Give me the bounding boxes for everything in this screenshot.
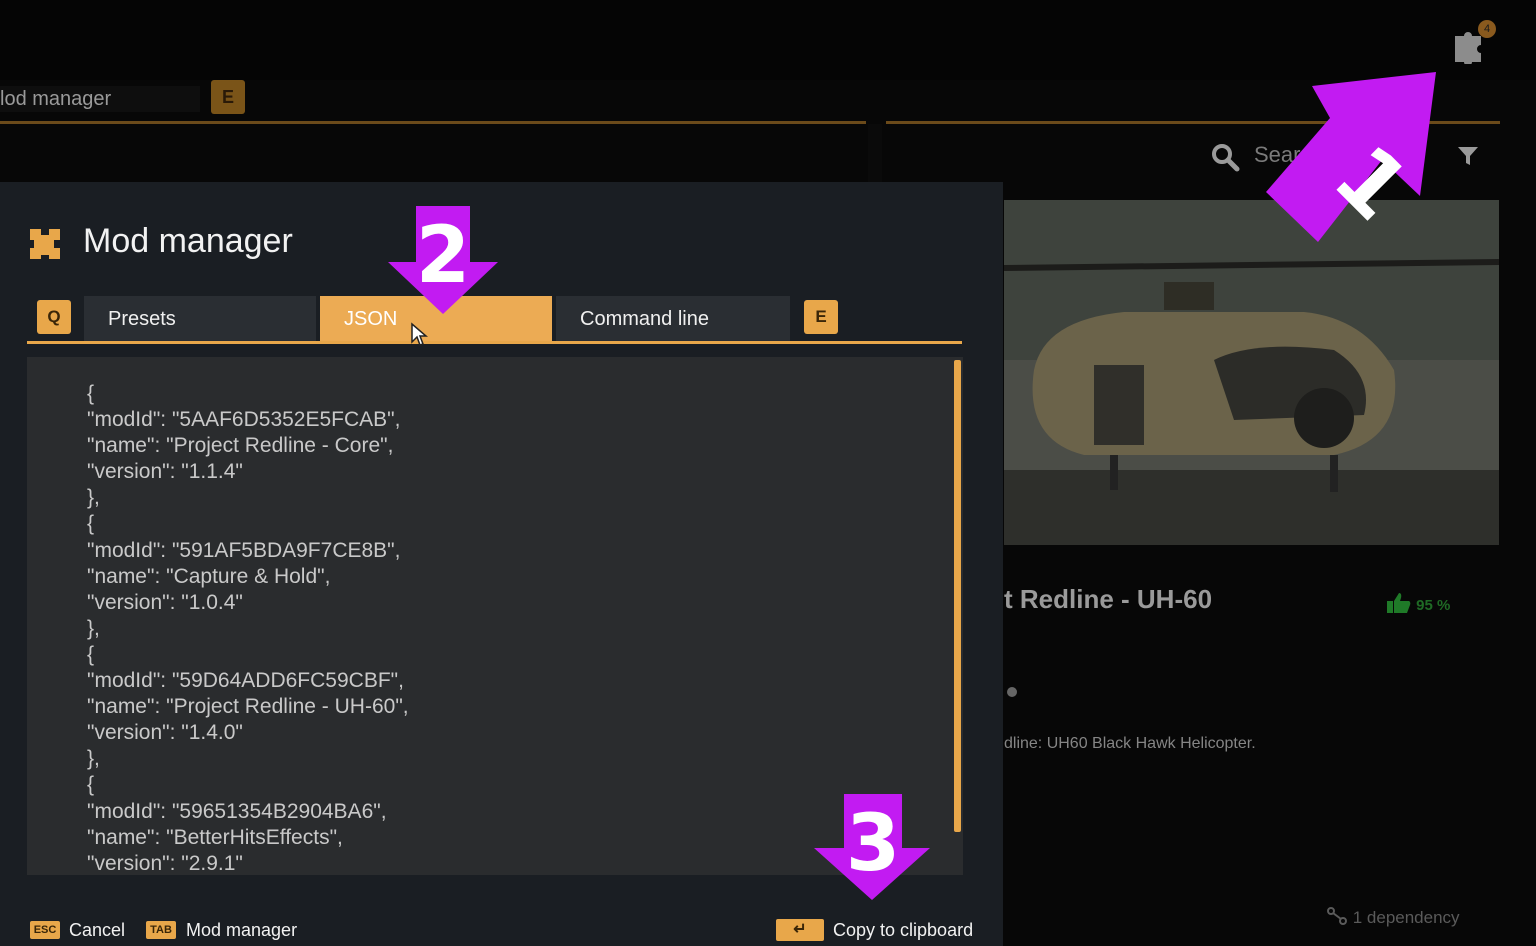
annotation-arrow-2: 2 — [388, 206, 498, 314]
annotation-label-2: 2 — [416, 211, 470, 301]
annotation-arrow-1: 1 — [1266, 72, 1436, 242]
annotation-overlay: 1 2 3 — [388, 72, 1436, 900]
annotation-arrow-3: 3 — [814, 794, 930, 900]
annotation-label-3: 3 — [846, 799, 900, 889]
